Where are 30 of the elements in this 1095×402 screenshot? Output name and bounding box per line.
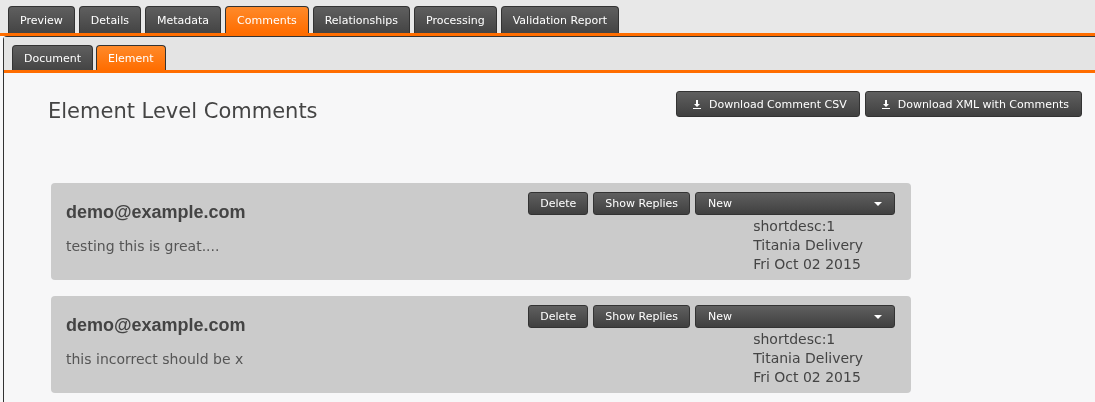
comment-text: this incorrect should be x [66,351,245,367]
comment-meta: Fri Oct 02 2015 [753,368,862,387]
comment-meta: shortdesc:1 [753,330,837,349]
tab[interactable]: Preview [8,6,75,33]
comment-text: testing this is great.... [66,238,221,254]
download-button[interactable]: Download XML with Comments [864,91,1082,117]
status-dropdown[interactable]: New [695,192,895,215]
comment-author: demo@example.com [66,202,246,223]
caret-icon [874,201,882,206]
tab[interactable]: Validation Report [500,6,619,33]
tab[interactable]: Document [12,45,93,70]
tab[interactable]: Details [78,6,141,33]
download-button[interactable]: Download Comment CSV [675,91,860,117]
comment-button[interactable]: Show Replies [593,305,690,328]
comment-meta: Titania Delivery [753,349,865,368]
download-icon [881,99,890,109]
tab[interactable]: Relationships [312,6,410,33]
comment-button[interactable]: Delete [528,305,589,328]
comment-button[interactable]: Show Replies [593,192,690,215]
comment-author: demo@example.com [66,315,246,336]
comment-button[interactable]: Delete [528,192,589,215]
tab[interactable]: Processing [413,6,497,33]
status-dropdown[interactable]: New [695,305,895,328]
download-icon [692,99,701,109]
comment-meta: shortdesc:1 [753,217,837,236]
tab[interactable]: Metadata [144,6,222,33]
page-heading: Element Level Comments [48,99,318,123]
comment-meta: Fri Oct 02 2015 [753,255,862,274]
comment-meta: Titania Delivery [753,236,865,255]
caret-icon [874,314,882,319]
